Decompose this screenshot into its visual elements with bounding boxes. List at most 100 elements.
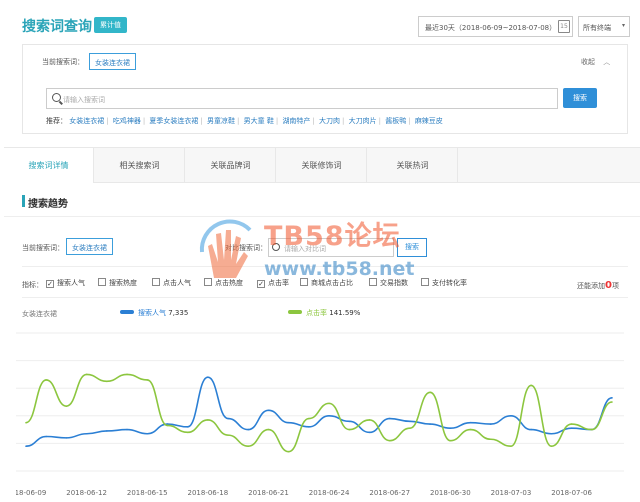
- recommend-link[interactable]: 男童凉鞋: [207, 117, 235, 125]
- tab-related-terms[interactable]: 相关搜索词: [95, 148, 185, 183]
- data-point[interactable]: [146, 432, 149, 435]
- calendar-icon[interactable]: 15: [558, 20, 570, 33]
- add-limit-note: 还能添加0项: [577, 280, 619, 291]
- data-point[interactable]: [510, 415, 512, 417]
- data-point[interactable]: [287, 450, 290, 453]
- data-point[interactable]: [267, 409, 270, 412]
- indicator-checkbox[interactable]: ✓ 搜索人气: [46, 278, 85, 288]
- data-point[interactable]: [126, 373, 128, 376]
- data-point[interactable]: [25, 445, 27, 447]
- date-range-picker[interactable]: 最近30天（2018-06-09~2018-07-08） 15: [418, 16, 573, 37]
- data-point[interactable]: [409, 420, 411, 423]
- x-tick-label: 2018-06-15: [127, 489, 168, 497]
- data-point[interactable]: [186, 431, 189, 434]
- recommend-link[interactable]: 大刀肉片: [349, 117, 377, 125]
- data-point[interactable]: [308, 426, 310, 428]
- data-point[interactable]: [146, 379, 149, 381]
- tab-bar: 搜索词详情 相关搜索词 关联品牌词 关联修饰词 关联热词: [4, 147, 640, 183]
- terminal-select[interactable]: 所有终端 ▾: [578, 16, 630, 37]
- data-point[interactable]: [227, 434, 229, 436]
- legend-item[interactable]: 点击率 141.59%: [288, 308, 360, 318]
- data-point[interactable]: [469, 428, 472, 431]
- data-point[interactable]: [429, 423, 431, 425]
- data-point[interactable]: [550, 432, 553, 435]
- recommend-link[interactable]: 大刀肉: [319, 117, 340, 125]
- data-point[interactable]: [247, 428, 250, 431]
- data-point[interactable]: [308, 417, 310, 420]
- recommend-link[interactable]: 吃鸡神器: [113, 117, 141, 125]
- indicator-checkbox[interactable]: 搜索热度: [98, 278, 137, 288]
- indicator-checkbox[interactable]: 点击人气: [152, 278, 191, 288]
- data-point[interactable]: [469, 421, 472, 424]
- data-point[interactable]: [207, 419, 209, 421]
- recommend-link[interactable]: 酱板鸭: [385, 117, 406, 125]
- data-point[interactable]: [550, 445, 553, 447]
- data-point[interactable]: [570, 427, 573, 430]
- tab-brand-terms[interactable]: 关联品牌词: [186, 148, 276, 183]
- data-point[interactable]: [45, 435, 48, 438]
- data-point[interactable]: [530, 384, 532, 387]
- data-point[interactable]: [388, 439, 391, 442]
- data-point[interactable]: [207, 376, 209, 378]
- tab-modifier-terms[interactable]: 关联修饰词: [277, 148, 367, 183]
- data-point[interactable]: [429, 391, 431, 394]
- data-point[interactable]: [287, 421, 290, 424]
- data-point[interactable]: [247, 445, 250, 447]
- data-point[interactable]: [25, 421, 27, 424]
- checkbox-icon: [98, 278, 106, 286]
- data-point[interactable]: [510, 445, 512, 447]
- data-point[interactable]: [328, 402, 330, 405]
- tab-hot-terms[interactable]: 关联热词: [368, 148, 458, 183]
- data-point[interactable]: [530, 428, 532, 431]
- current-term-tag[interactable]: 女装连衣裙: [89, 53, 136, 70]
- recommend-link[interactable]: 男大童 鞋: [244, 117, 274, 125]
- trend-current-tag[interactable]: 女装连衣裙: [66, 238, 113, 255]
- data-point[interactable]: [489, 438, 492, 441]
- x-tick-label: 2018-06-24: [309, 489, 350, 497]
- data-point[interactable]: [368, 419, 371, 421]
- data-point[interactable]: [409, 427, 411, 430]
- legend-series-value: 7,335: [168, 309, 189, 317]
- recommend-link[interactable]: 夏季女装连衣裙: [149, 117, 198, 125]
- watermark-hand-logo: [199, 219, 252, 278]
- data-point[interactable]: [227, 417, 229, 420]
- data-point[interactable]: [85, 432, 88, 435]
- data-point[interactable]: [267, 428, 270, 431]
- collapse-toggle[interactable]: 收起 ︿: [581, 57, 610, 67]
- data-point[interactable]: [348, 428, 351, 431]
- data-point[interactable]: [328, 415, 330, 417]
- data-point[interactable]: [186, 426, 189, 428]
- data-point[interactable]: [611, 397, 613, 399]
- legend-series-name: 点击率: [306, 309, 327, 317]
- data-point[interactable]: [611, 401, 613, 403]
- data-point[interactable]: [126, 428, 128, 431]
- data-point[interactable]: [45, 379, 48, 381]
- watermark-url: www.tb58.net: [264, 258, 415, 280]
- tab-term-details[interactable]: 搜索词详情: [4, 148, 94, 183]
- x-tick-label: 2018-06-12: [66, 489, 107, 497]
- data-point[interactable]: [449, 439, 452, 442]
- data-point[interactable]: [570, 423, 573, 425]
- data-point[interactable]: [166, 424, 169, 427]
- recommend-link[interactable]: 湖南特产: [282, 117, 310, 125]
- data-point[interactable]: [449, 427, 452, 430]
- data-point[interactable]: [348, 420, 351, 423]
- data-point[interactable]: [489, 423, 492, 425]
- data-point[interactable]: [368, 431, 371, 434]
- recommend-link[interactable]: 女装连衣裙: [69, 117, 104, 125]
- data-point[interactable]: [388, 417, 391, 420]
- data-point[interactable]: [106, 380, 108, 383]
- recommend-link[interactable]: 麻辣豆皮: [415, 117, 443, 125]
- x-tick-label: 2018-07-06: [551, 489, 592, 497]
- data-point[interactable]: [590, 428, 593, 431]
- data-point[interactable]: [65, 437, 68, 439]
- search-button[interactable]: 搜索: [563, 88, 597, 108]
- legend-item[interactable]: 搜索人气 7,335: [120, 308, 188, 318]
- data-point[interactable]: [85, 373, 88, 376]
- indicator-name: 搜索热度: [109, 279, 137, 287]
- section-accent: [22, 195, 25, 207]
- data-point[interactable]: [65, 405, 68, 407]
- legend-term: 女装连衣裙: [22, 310, 57, 318]
- data-point[interactable]: [106, 430, 108, 432]
- search-input[interactable]: 请输入搜索词: [46, 88, 558, 109]
